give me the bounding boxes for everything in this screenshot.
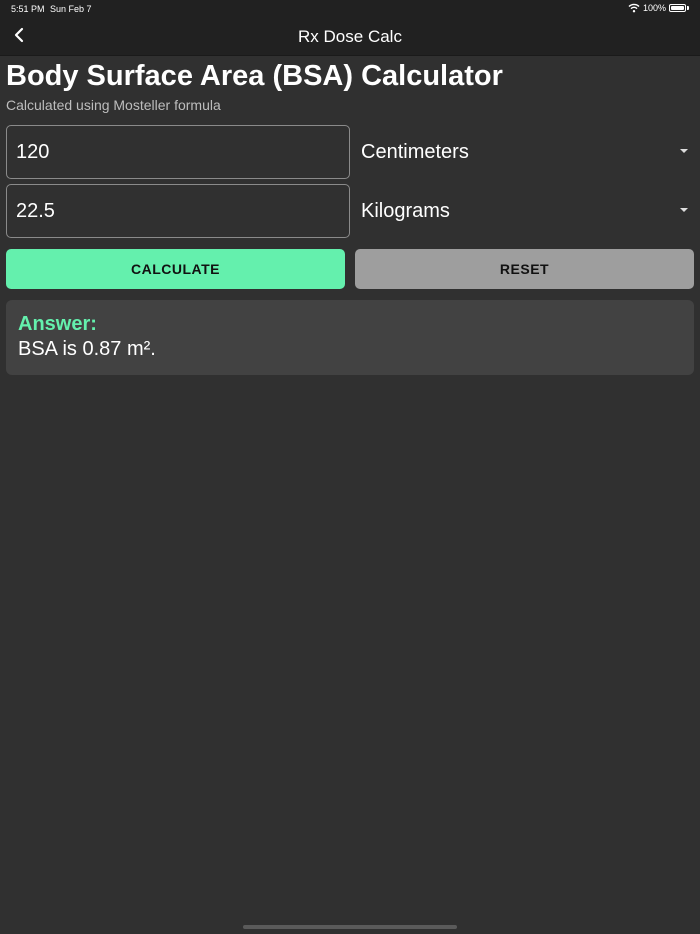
answer-text: BSA is 0.87 m². <box>18 338 156 360</box>
weight-unit-label: Kilograms <box>361 199 450 222</box>
home-indicator <box>243 925 457 929</box>
dropdown-arrow-icon <box>680 208 688 212</box>
status-date: Sun Feb 7 <box>50 4 92 14</box>
weight-input[interactable] <box>6 184 350 238</box>
answer-card: Answer: BSA is 0.87 m². <box>6 300 694 375</box>
height-unit-select[interactable]: Centimeters <box>355 125 694 179</box>
nav-bar: Rx Dose Calc <box>0 18 700 56</box>
battery-icon <box>669 3 689 13</box>
status-bar: 5:51 PM Sun Feb 7 100% <box>0 0 700 18</box>
answer-heading: Answer: <box>18 313 97 335</box>
battery-percent: 100% <box>642 3 666 13</box>
calculate-button[interactable]: CALCULATE <box>6 249 345 289</box>
weight-unit-select[interactable]: Kilograms <box>355 184 694 238</box>
dropdown-arrow-icon <box>680 149 688 153</box>
status-right: 100% <box>628 3 689 13</box>
status-time: 5:51 PM <box>11 4 45 14</box>
page-subtitle: Calculated using Mosteller formula <box>6 97 221 113</box>
page-title: Body Surface Area (BSA) Calculator <box>6 60 503 92</box>
nav-title: Rx Dose Calc <box>298 27 402 46</box>
height-unit-label: Centimeters <box>361 140 469 163</box>
reset-button[interactable]: RESET <box>355 249 694 289</box>
height-input[interactable] <box>6 125 350 179</box>
wifi-icon <box>628 3 640 13</box>
